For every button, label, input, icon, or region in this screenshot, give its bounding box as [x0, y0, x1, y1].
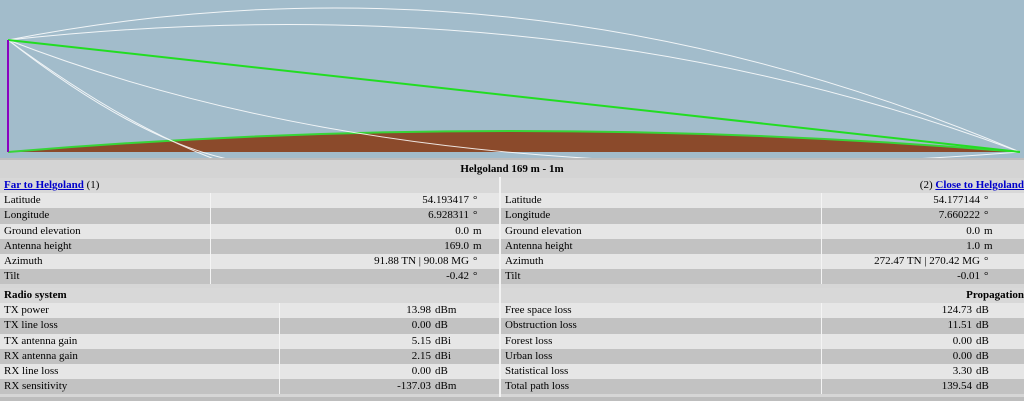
row-value: 0.0: [210, 223, 471, 239]
row-label: RX antenna gain: [0, 348, 280, 364]
row-value: 13.98: [279, 303, 433, 319]
row-value: 0.00: [821, 333, 974, 349]
row-label: Longitude: [501, 208, 822, 224]
row-unit: °: [471, 269, 499, 285]
row-label: RX line loss: [0, 363, 280, 380]
row-label: TX antenna gain: [0, 333, 280, 349]
row-label: Ground elevation: [501, 223, 822, 239]
row-label: Obstruction loss: [501, 318, 822, 334]
row-value: 54.193417: [210, 193, 471, 209]
row-value: 272.47 TN | 270.42 MG: [821, 253, 982, 270]
row-value: 124.73: [821, 303, 974, 319]
row-label: RX sensitivity: [0, 379, 280, 395]
row-value: 1.0: [821, 238, 982, 254]
site-1-table: Far to Helgoland (1) Latitude 54.193417 ° …: [0, 178, 499, 285]
row-value: -137.03: [279, 379, 433, 395]
radio-system-table: Radio system TX power 13.98 dBm TX line lo…: [0, 288, 499, 395]
row-label: Forest loss: [501, 333, 822, 349]
row-value: 0.00: [279, 318, 433, 334]
row-unit: dB: [974, 348, 1024, 364]
row-value: 91.88 TN | 90.08 MG: [210, 253, 471, 270]
row-unit: dB: [974, 303, 1024, 319]
row-label: Azimuth: [0, 253, 211, 270]
site-1-number: (1): [86, 179, 100, 192]
column-divider: [499, 177, 501, 397]
row-value: 169.0: [210, 238, 471, 254]
row-value: 5.15: [279, 333, 433, 349]
row-value: 0.00: [279, 363, 433, 380]
row-unit: °: [982, 193, 1024, 209]
row-value: 6.928311: [210, 208, 471, 224]
link-title: Helgoland 169 m - 1m: [0, 158, 1024, 179]
row-label: Total path loss: [501, 379, 822, 395]
path-profile: [0, 0, 1024, 158]
row-label: Tilt: [501, 269, 822, 285]
row-value: 3.30: [821, 363, 974, 380]
row-label: Longitude: [0, 208, 211, 224]
row-unit: dBi: [433, 348, 499, 364]
row-unit: dBm: [433, 303, 499, 319]
row-unit: °: [982, 208, 1024, 224]
propagation-table: Propagation Free space loss 124.73 dB Obst…: [501, 288, 1024, 395]
radio-system-header: Radio system: [4, 289, 67, 302]
row-label: Azimuth: [501, 253, 822, 270]
site-2-table: (2) Close to Helgoland Latitude 54.177144…: [501, 178, 1024, 285]
row-label: Antenna height: [501, 238, 822, 254]
row-label: Latitude: [0, 193, 211, 209]
row-unit: °: [471, 208, 499, 224]
row-value: 0.00: [821, 348, 974, 364]
row-value: 11.51: [821, 318, 974, 334]
row-unit: dB: [974, 363, 1024, 380]
row-unit: °: [982, 253, 1024, 270]
row-label: Free space loss: [501, 303, 822, 319]
row-unit: m: [471, 223, 499, 239]
row-label: TX line loss: [0, 318, 280, 334]
row-value: -0.01: [821, 269, 982, 285]
row-unit: dBm: [433, 379, 499, 395]
row-label: Ground elevation: [0, 223, 211, 239]
row-label: TX power: [0, 303, 280, 319]
row-label: Tilt: [0, 269, 211, 285]
row-unit: °: [471, 253, 499, 270]
propagation-header: Propagation: [966, 289, 1024, 302]
row-unit: dB: [433, 363, 499, 380]
row-value: 54.177144: [821, 193, 982, 209]
row-unit: m: [471, 238, 499, 254]
row-unit: dB: [433, 318, 499, 334]
row-value: 7.660222: [821, 208, 982, 224]
row-label: Statistical loss: [501, 363, 822, 380]
row-unit: m: [982, 238, 1024, 254]
row-unit: °: [982, 269, 1024, 285]
row-label: Antenna height: [0, 238, 211, 254]
row-value: -0.42: [210, 269, 471, 285]
site-2-link[interactable]: Close to Helgoland: [935, 179, 1024, 191]
row-value: 139.54: [821, 379, 974, 395]
row-unit: dBi: [433, 333, 499, 349]
site-2-number: (2): [919, 179, 933, 192]
site-1-link[interactable]: Far to Helgoland: [4, 179, 84, 191]
bottom-border: [0, 397, 1024, 401]
row-label: Urban loss: [501, 348, 822, 364]
row-unit: dB: [974, 318, 1024, 334]
row-unit: dB: [974, 333, 1024, 349]
row-unit: m: [982, 223, 1024, 239]
row-value: 2.15: [279, 348, 433, 364]
row-label: Latitude: [501, 193, 822, 209]
row-unit: °: [471, 193, 499, 209]
row-unit: dB: [974, 379, 1024, 395]
row-value: 0.0: [821, 223, 982, 239]
